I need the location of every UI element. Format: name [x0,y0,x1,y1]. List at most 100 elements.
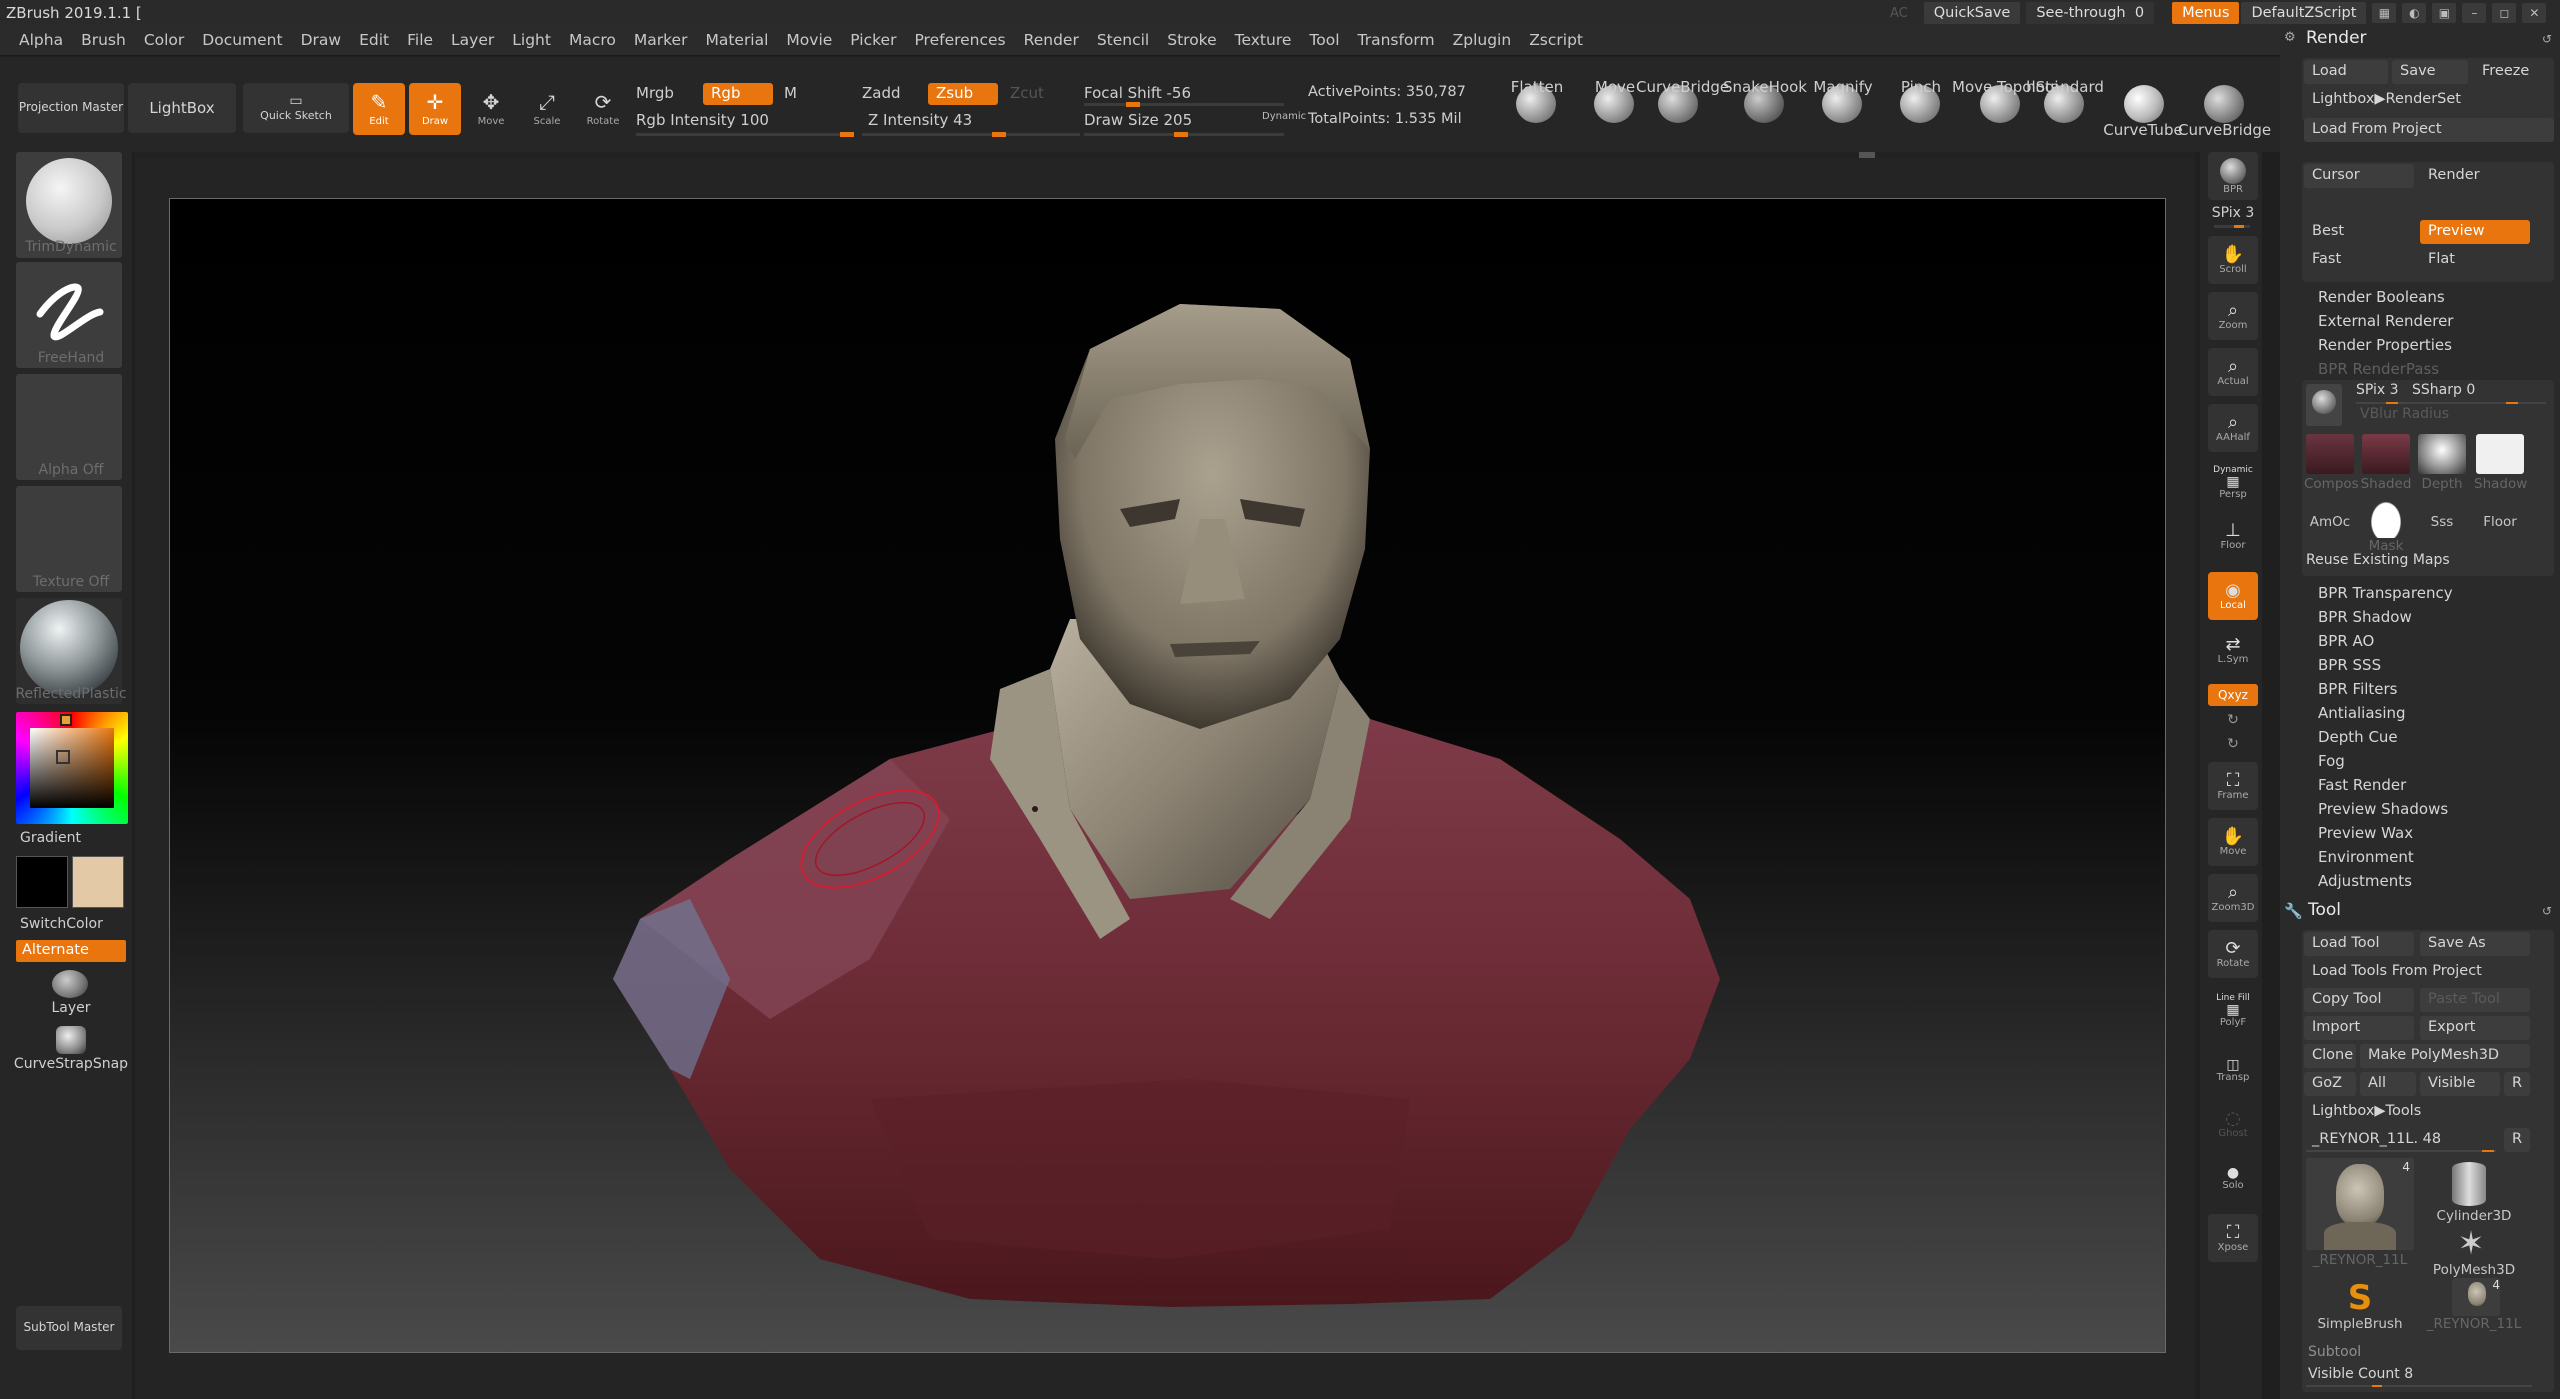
depth-cue-item[interactable]: Depth Cue [2318,728,2398,746]
mask-pass-thumb[interactable] [2368,498,2404,538]
preview-button[interactable]: Preview [2420,220,2530,244]
hstandard-brush-label[interactable]: hStandard [2020,78,2110,96]
menu-file[interactable]: File [398,31,442,49]
canvas-scroll-thumb[interactable] [1859,152,1875,158]
simplebrush-s-icon[interactable]: S [2342,1280,2378,1316]
render-load-from-project-button[interactable]: Load From Project [2304,118,2554,142]
render-button[interactable]: Render [2420,164,2530,188]
fast-render-item[interactable]: Fast Render [2318,776,2406,794]
reynor-tool-thumb[interactable]: 4 [2306,1158,2414,1250]
seethrough-slider-button[interactable]: See-through 0 [2026,2,2155,24]
quicksave-button[interactable]: QuickSave [1923,2,2021,24]
bpr-renderpass-item[interactable]: BPR RenderPass [2318,360,2439,378]
draw-size-slider[interactable]: Draw Size 205 [1084,111,1192,129]
menu-brush[interactable]: Brush [72,31,135,49]
close-icon[interactable]: ✕ [2522,3,2547,23]
cylinder3d-label[interactable]: Cylinder3D [2420,1208,2528,1224]
menu-layer[interactable]: Layer [442,31,503,49]
focal-shift-knob[interactable] [1126,102,1140,107]
solo-button[interactable]: ● Solo [2208,1154,2258,1202]
vblur-radius-slider[interactable]: VBlur Radius [2360,406,2449,422]
import-button[interactable]: Import [2304,1016,2414,1040]
primary-color-swatch[interactable] [16,856,68,908]
snakehook-brush-label[interactable]: SnakeHook [1720,78,1810,96]
tool-palette-title[interactable]: Tool [2308,900,2341,920]
default-zscript-button[interactable]: DefaultZScript [2241,2,2367,24]
polymesh3d-star-icon[interactable]: ✶ [2454,1226,2488,1260]
minimize-icon[interactable]: – [2462,3,2487,23]
cursor-button[interactable]: Cursor [2304,164,2414,188]
external-renderer-item[interactable]: External Renderer [2318,312,2453,330]
transp-button[interactable]: ◫ Transp [2208,1046,2258,1094]
z-intensity-track[interactable] [862,132,1080,137]
hue-marker[interactable] [60,714,72,726]
rotate-z-icon[interactable]: ↻ [2208,736,2258,756]
bpr-spix-knob[interactable] [2386,402,2398,404]
clone-button[interactable]: Clone [2304,1044,2356,1068]
reuse-existing-maps-button[interactable]: Reuse Existing Maps [2306,552,2450,568]
zoom3d-button[interactable]: ⌕ Zoom3D [2208,874,2258,922]
layer-brush-icon[interactable] [52,970,88,998]
environment-item[interactable]: Environment [2318,848,2414,866]
polyframe-button[interactable]: Line Fill ▦ PolyF [2208,986,2258,1034]
document-canvas[interactable] [169,198,2166,1353]
bpr-thumb-button[interactable] [2306,384,2342,426]
curvebridge2-brush-label[interactable]: CurveBridge [2178,121,2271,139]
zsub-button[interactable]: Zsub [928,83,998,105]
m-button[interactable]: M [784,84,797,102]
goz-all-button[interactable]: All [2360,1072,2416,1096]
menu-light[interactable]: Light [503,31,560,49]
rgb-intensity-track[interactable] [636,132,854,137]
load-tools-from-project-button[interactable]: Load Tools From Project [2304,960,2530,984]
menu-draw[interactable]: Draw [292,31,350,49]
bpr-slider-track[interactable] [2356,402,2546,404]
saturation-marker[interactable] [56,750,70,764]
visible-count-knob[interactable] [2372,1385,2382,1387]
quick-sketch-button[interactable]: ▭ Quick Sketch [243,83,349,133]
flat-button[interactable]: Flat [2420,248,2530,272]
zcut-button[interactable]: Zcut [1002,83,1052,105]
bpr-render-button[interactable]: BPR [2208,152,2258,200]
cylinder3d-thumb[interactable] [2452,1162,2486,1206]
canvas-scrollbar[interactable] [135,152,2195,158]
switchcolor-button[interactable]: SwitchColor [20,916,103,932]
secondary-color-swatch[interactable] [72,856,124,908]
render-freeze-button[interactable]: Freeze [2474,60,2550,84]
focal-shift-track[interactable] [1084,102,1284,107]
bpr-ssharp-slider[interactable]: SSharp 0 [2412,382,2475,398]
ghost-button[interactable]: ◌ Ghost [2208,1100,2258,1148]
menu-tool[interactable]: Tool [1300,31,1348,49]
layer-brush-label[interactable]: Layer [8,1000,134,1016]
floor-pass-label[interactable]: Floor [2474,514,2526,530]
bpr-transparency-item[interactable]: BPR Transparency [2318,584,2453,602]
menu-texture[interactable]: Texture [1226,31,1301,49]
edit-mode-button[interactable]: ✎ Edit [353,83,405,135]
render-booleans-item[interactable]: Render Booleans [2318,288,2445,306]
draw-mode-button[interactable]: ✛ Draw [409,83,461,135]
menu-color[interactable]: Color [135,31,193,49]
visible-count-track[interactable] [2306,1385,2532,1387]
magnify-brush-label[interactable]: Magnify [1798,78,1888,96]
render-load-button[interactable]: Load [2304,60,2388,84]
simplebrush-label[interactable]: SimpleBrush [2306,1316,2414,1332]
bpr-ssharp-knob[interactable] [2506,402,2518,404]
sss-pass-label[interactable]: Sss [2416,514,2468,530]
shadow-pass-thumb[interactable] [2476,434,2524,474]
z-intensity-knob[interactable] [992,132,1006,137]
menu-stroke[interactable]: Stroke [1158,31,1225,49]
curvetube-brush-icon[interactable] [2124,85,2164,123]
draw-size-knob[interactable] [1174,132,1188,137]
export-button[interactable]: Export [2420,1016,2530,1040]
rgb-intensity-knob[interactable] [840,132,854,137]
actual-size-button[interactable]: ⌕ Actual [2208,348,2258,396]
menu-alpha[interactable]: Alpha [10,31,72,49]
bpr-shadow-item[interactable]: BPR Shadow [2318,608,2412,626]
layout-icon[interactable]: ▦ [2372,3,2397,23]
tool-palette-reset-icon[interactable]: ↺ [2542,904,2552,918]
lightbox-renderset-button[interactable]: Lightbox▶RenderSet [2304,88,2548,112]
persp-button[interactable]: Dynamic ▦ Persp [2208,458,2258,506]
render-save-button[interactable]: Save [2392,60,2468,84]
paste-tool-button[interactable]: Paste Tool [2420,988,2530,1012]
spix-slider[interactable] [2214,225,2250,228]
xpose-button[interactable]: ⛶ Xpose [2208,1214,2258,1262]
